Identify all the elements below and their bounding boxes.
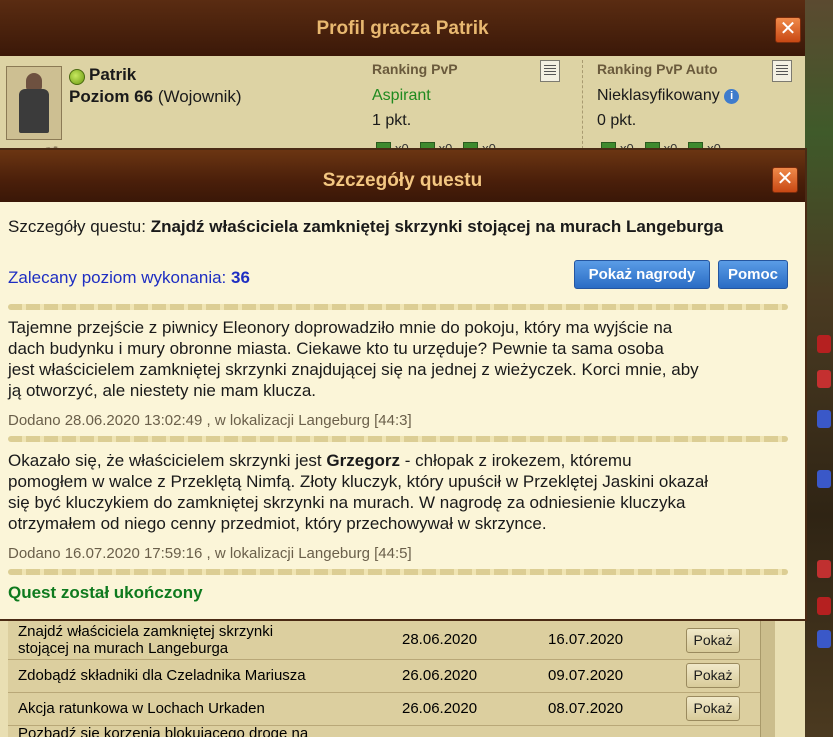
quest-name: Pozbądź się korzenia blokującego drogę n… [18,725,309,737]
ranking-list-icon[interactable] [772,60,792,82]
npc-name: Grzegorz [326,451,401,470]
ranking-pvp-auto-points: 0 pkt. [597,112,637,129]
profile-close-button[interactable]: ✕ [775,17,801,43]
show-quest-button[interactable]: Pokaż [686,663,740,688]
potion-icon [817,630,831,648]
quest-start-date: 28.06.2020 [402,631,478,648]
player-level: Poziom 66 (Wojownik) [69,87,242,107]
ranking-list-icon[interactable] [540,60,560,82]
quest-title: Znajdź właściciela zamkniętej skrzynki s… [150,217,724,236]
ranking-pvp-title: Ranking PvP [372,61,458,77]
quest-status: Quest został ukończony [8,583,203,602]
divider [8,304,788,310]
ranking-pvp-auto-value: Nieklasyfikowany i [597,87,740,105]
quest-entry-meta: Dodano 28.06.2020 13:02:49 , w lokalizac… [8,412,412,429]
ranking-pvp: Ranking PvP Aspirant 1 pkt. x0 x0 x0 [372,56,572,156]
show-quest-button[interactable]: Pokaż [686,696,740,721]
potion-icon [817,560,831,578]
quest-details-heading: Szczegóły questu: Znajdź właściciela zam… [8,217,724,236]
potion-icon [817,370,831,388]
show-quest-button[interactable]: Pokaż [686,628,740,653]
online-status-icon [69,69,85,85]
divider [8,436,788,442]
help-button[interactable]: Pomoc [718,260,788,289]
game-background-strip [805,0,833,737]
quest-end-date: 16.07.2020 [548,631,624,648]
modal-title: Szczegóły questu [322,170,483,191]
divider [8,569,788,575]
quest-end-date: 08.07.2020 [548,700,624,717]
ranking-pvp-value: Aspirant [372,87,431,104]
potion-icon [817,597,831,615]
table-row: Zdobądź składniki dla Czeladnika Mariusz… [8,659,760,693]
quest-name: Zdobądź składniki dla Czeladnika Mariusz… [18,667,306,684]
quest-name: Akcja ratunkowa w Lochach Urkaden [18,700,265,717]
quest-name: Znajdź właściciela zamkniętej skrzynki s… [18,623,274,657]
level-label: Poziom 66 [69,87,154,106]
show-rewards-button[interactable]: Pokaż nagrody [574,260,710,289]
potion-icon [817,410,831,428]
potion-icon [817,335,831,353]
divider [582,60,583,154]
profile-title: Profil gracza Patrik [316,18,489,39]
table-row: Pozbądź się korzenia blokującego drogę n… [8,725,760,737]
table-row: Akcja ratunkowa w Lochach Urkaden 26.06.… [8,692,760,726]
profile-header: Profil gracza Patrik ✕ [0,0,805,58]
quest-details-modal: Szczegóły questu ✕ Szczegóły questu: Zna… [0,150,805,619]
table-row: Znajdź właściciela zamkniętej skrzynki s… [8,619,760,660]
quest-entry-text: Tajemne przejście z piwnicy Eleonory dop… [8,318,699,400]
quest-entry-text: Okazało się, że właścicielem skrzynki je… [8,451,709,533]
class-label: (Wojownik) [157,87,242,106]
modal-close-button[interactable]: ✕ [772,167,798,193]
quest-start-date: 26.06.2020 [402,667,478,684]
recommended-level: Zalecany poziom wykonania: 36 [8,268,250,287]
avatar [6,66,62,140]
info-icon[interactable]: i [724,89,740,104]
quest-entry-meta: Dodano 16.07.2020 17:59:16 , w lokalizac… [8,545,412,562]
ranking-pvp-auto: Ranking PvP Auto Nieklasyfikowany i 0 pk… [597,56,797,156]
potion-icon [817,470,831,488]
quest-start-date: 26.06.2020 [402,700,478,717]
player-name: Patrik [89,65,137,84]
modal-header: Szczegóły questu ✕ [0,150,805,202]
quest-end-date: 09.07.2020 [548,667,624,684]
ranking-pvp-points: 1 pkt. [372,112,412,129]
table-scrollbar[interactable] [760,618,775,737]
ranking-pvp-auto-title: Ranking PvP Auto [597,61,718,77]
